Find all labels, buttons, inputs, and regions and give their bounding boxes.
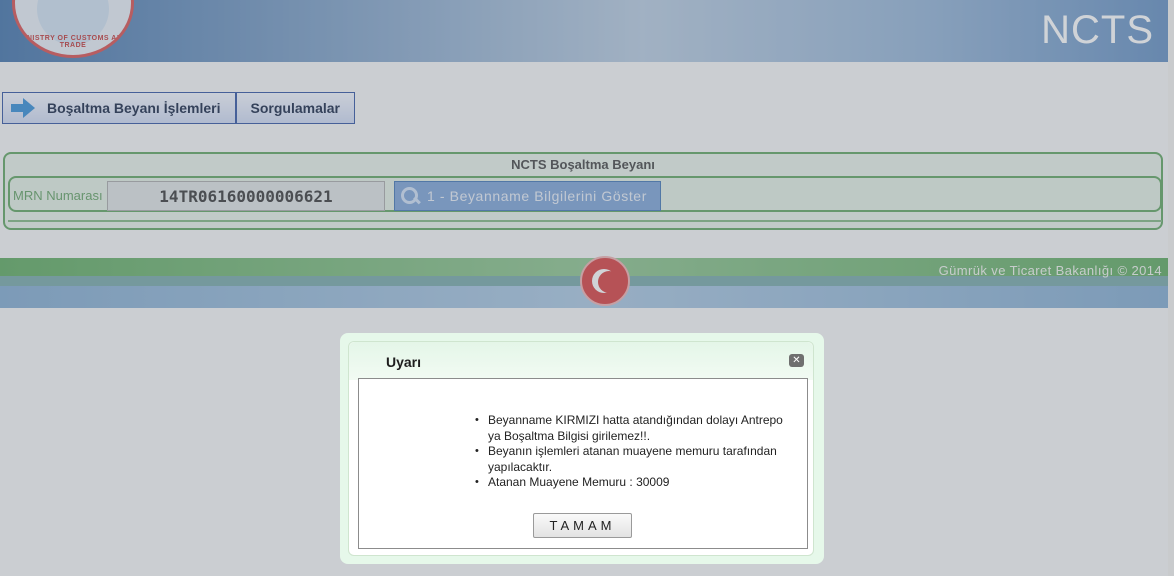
message-list: Beyanname KIRMIZI hatta atandığından dol… — [475, 413, 795, 491]
scrollbar[interactable] — [1168, 0, 1174, 576]
close-icon[interactable]: ✕ — [789, 354, 804, 367]
message-item: Beyanın işlemleri atanan muayene memuru … — [475, 444, 795, 475]
dialog-body: Beyanname KIRMIZI hatta atandığından dol… — [358, 378, 808, 549]
dialog-titlebar: Uyarı ✕ — [349, 342, 813, 380]
dialog-title: Uyarı — [386, 354, 422, 370]
warning-dialog: Uyarı ✕ Beyanname KIRMIZI hatta atandığı… — [348, 341, 814, 556]
message-item: Beyanname KIRMIZI hatta atandığından dol… — [475, 413, 795, 444]
message-item: Atanan Muayene Memuru : 30009 — [475, 475, 795, 491]
ok-button[interactable]: TAMAM — [533, 513, 632, 538]
